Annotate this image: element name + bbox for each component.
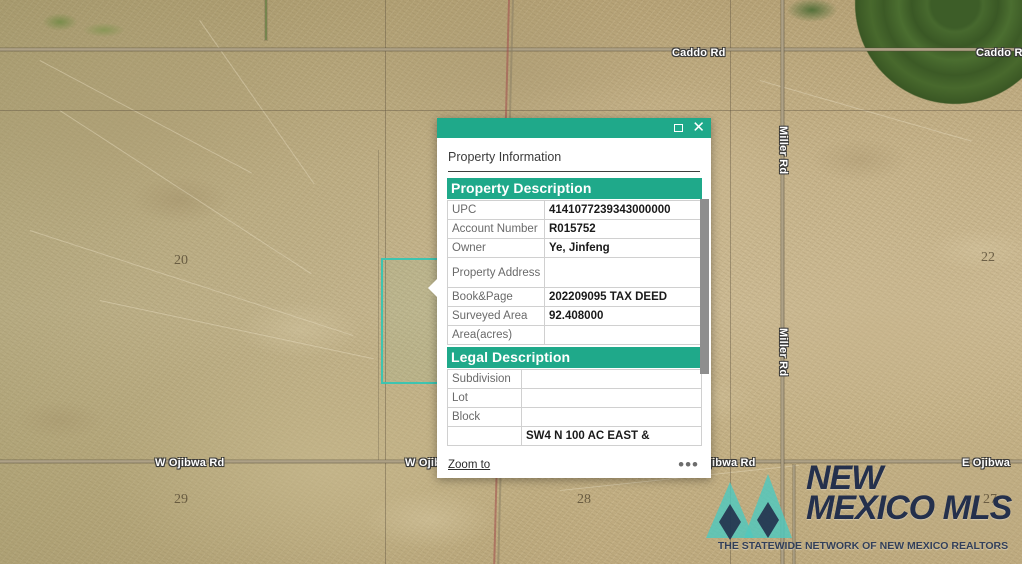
table-row: Surveyed Area 92.408000 xyxy=(447,306,702,327)
table-row: Area(acres) xyxy=(447,325,702,346)
section-number-22: 22 xyxy=(981,250,995,265)
more-options-icon[interactable]: ••• xyxy=(678,456,699,473)
road-label-w-ojibwa-rd: W Ojibwa Rd xyxy=(155,457,225,469)
property-description-table: UPC 4141077239343000000 Account Number R… xyxy=(447,199,702,346)
road-label-caddo-rd: Caddo Rd xyxy=(672,47,726,59)
section-gridline xyxy=(730,0,731,564)
road-caddo-rd[interactable] xyxy=(0,48,1022,51)
table-row: Lot xyxy=(447,388,702,409)
road-label-caddo-rd-2: Caddo Rd xyxy=(976,47,1022,59)
row-value: 92.408000 xyxy=(544,306,702,327)
row-value: 4141077239343000000 xyxy=(544,199,702,221)
parcel-boundary xyxy=(378,150,379,460)
row-value: 202209095 TAX DEED xyxy=(544,287,702,308)
map-application: Caddo Rd Caddo Rd W Ojibwa Rd W Ojibwa R… xyxy=(0,0,1022,564)
popup-footer: Zoom to ••• xyxy=(437,452,711,478)
road-label-miller-rd: Miller Rd xyxy=(777,126,789,175)
row-label: Account Number xyxy=(447,219,545,240)
road-label-miller-rd-2: Miller Rd xyxy=(777,328,789,377)
trail-line xyxy=(59,110,312,275)
table-row: Book&Page 202209095 TAX DEED xyxy=(447,287,702,308)
popup-scrollbar-thumb[interactable] xyxy=(700,199,709,374)
road-miller-rd[interactable] xyxy=(781,0,784,564)
row-label: Surveyed Area xyxy=(447,306,545,327)
row-value: SW4 N 100 AC EAST & xyxy=(521,426,702,447)
popup-body[interactable]: Property Description UPC 414107723934300… xyxy=(437,172,711,452)
table-row: UPC 4141077239343000000 xyxy=(447,199,702,221)
table-row: Property Address xyxy=(447,257,702,289)
row-label: Subdivision xyxy=(447,369,522,390)
trail-line xyxy=(39,60,252,174)
popup-title: Property Information xyxy=(448,138,700,172)
section-number-27: 27 xyxy=(983,492,997,507)
row-value xyxy=(521,369,702,390)
zoom-to-link[interactable]: Zoom to xyxy=(448,459,490,471)
section-header-legal-description: Legal Description xyxy=(447,347,702,369)
row-value xyxy=(521,388,702,409)
popup-header-bar: ✕ xyxy=(437,118,711,138)
table-row: Subdivision xyxy=(447,369,702,390)
row-value xyxy=(544,257,702,289)
row-value: R015752 xyxy=(544,219,702,240)
row-label: Area(acres) xyxy=(447,325,545,346)
row-label: UPC xyxy=(447,199,545,221)
trail-line xyxy=(759,80,972,142)
maximize-icon[interactable] xyxy=(674,124,684,132)
table-row: SW4 N 100 AC EAST & xyxy=(447,426,702,447)
trail-line xyxy=(99,300,374,360)
section-number-29: 29 xyxy=(174,492,188,507)
road-vertical-minor xyxy=(265,0,267,40)
section-number-28: 28 xyxy=(577,492,591,507)
table-row: Account Number R015752 xyxy=(447,219,702,240)
trail-line xyxy=(199,20,315,185)
row-value: Ye, Jinfeng xyxy=(544,238,702,259)
row-value xyxy=(521,407,702,428)
section-header-property-description: Property Description xyxy=(447,178,702,199)
road-vertical-minor xyxy=(793,465,795,564)
close-icon[interactable]: ✕ xyxy=(692,120,705,135)
property-information-popup[interactable]: ✕ Property Information Property Descript… xyxy=(428,118,711,478)
table-row: Block xyxy=(447,407,702,428)
section-gridline xyxy=(385,0,386,564)
row-label xyxy=(447,426,522,447)
row-label: Lot xyxy=(447,388,522,409)
trail-line xyxy=(29,230,354,337)
row-label: Block xyxy=(447,407,522,428)
section-number-20: 20 xyxy=(174,253,188,268)
row-value xyxy=(544,325,702,346)
road-label-e-ojibwa: E Ojibwa xyxy=(962,457,1011,469)
legal-description-table: Subdivision Lot Block SW4 N 100 AC EAST … xyxy=(447,369,702,447)
row-label: Property Address xyxy=(447,257,545,289)
row-label: Owner xyxy=(447,238,545,259)
table-row: Owner Ye, Jinfeng xyxy=(447,238,702,259)
section-gridline xyxy=(0,110,1022,111)
row-label: Book&Page xyxy=(447,287,545,308)
